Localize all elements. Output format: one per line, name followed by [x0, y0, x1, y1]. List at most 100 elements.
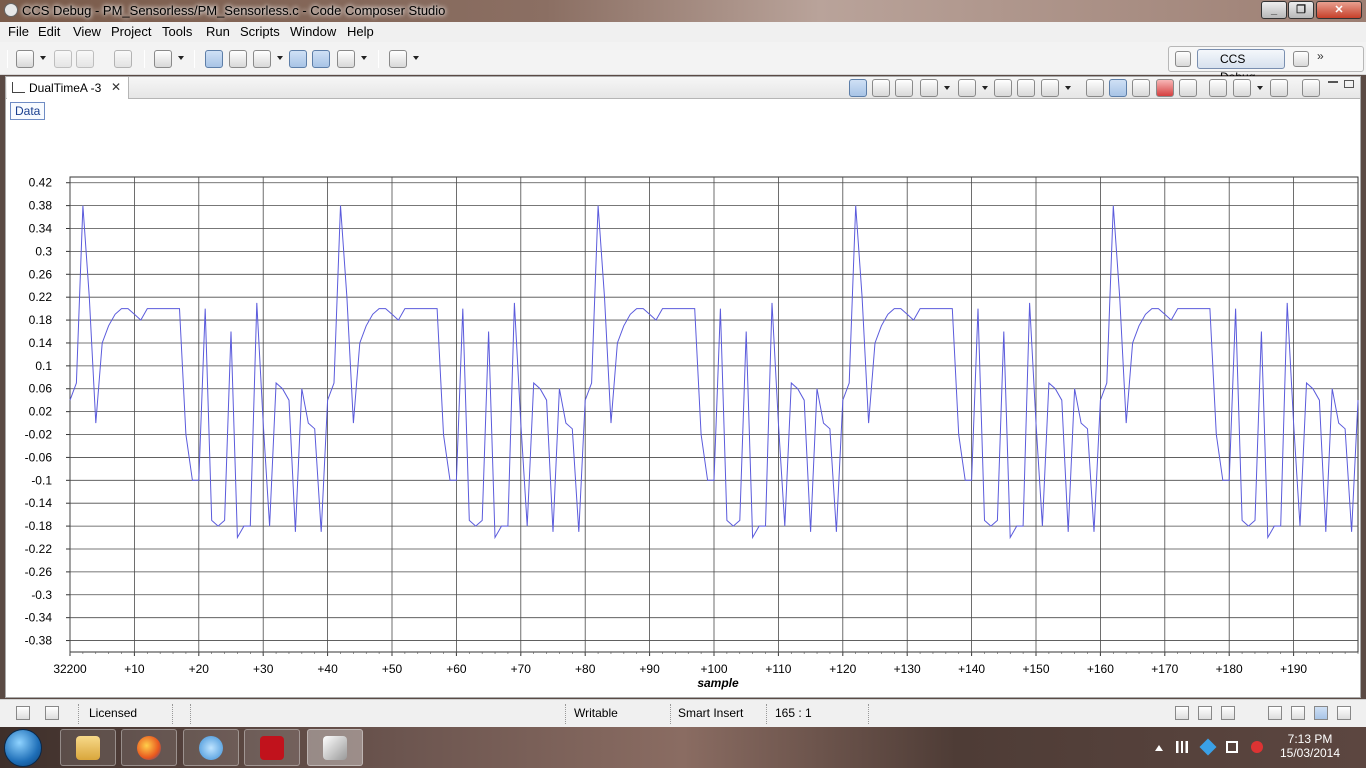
- print-icon[interactable]: [114, 50, 132, 68]
- restore-icon[interactable]: [1175, 706, 1189, 720]
- perspective-edit-icon[interactable]: [1293, 51, 1309, 67]
- menu-scripts[interactable]: Scripts: [240, 24, 280, 39]
- zoom-out-icon[interactable]: [1017, 79, 1035, 97]
- star-dropdown-icon[interactable]: [982, 86, 988, 90]
- minimize-button[interactable]: _: [1261, 1, 1287, 19]
- firefox-task[interactable]: [121, 729, 177, 766]
- minimize-view-icon[interactable]: [1328, 81, 1338, 83]
- maximize-button[interactable]: ❐: [1288, 1, 1314, 19]
- connect-target-icon[interactable]: [205, 50, 223, 68]
- graph-canvas[interactable]: 0.42 0.38 0.34 0.3 0.26 0.22 0.18 0.14 0.1 0.06 0.…: [0, 99, 1366, 699]
- binoculars-icon[interactable]: [1209, 79, 1227, 97]
- explorer-task[interactable]: [60, 729, 116, 766]
- properties-icon[interactable]: [1179, 79, 1197, 97]
- marker-dropdown-icon[interactable]: [944, 86, 950, 90]
- graph-icon[interactable]: [1314, 706, 1328, 720]
- zoom-dropdown-icon[interactable]: [1065, 86, 1071, 90]
- y-tick-label: 0.1: [35, 359, 52, 373]
- tab-dualtimea[interactable]: DualTimeA -3 ✕: [7, 77, 129, 99]
- close-button[interactable]: ✕: [1316, 1, 1362, 19]
- save-icon[interactable]: [54, 50, 72, 68]
- new-icon[interactable]: [16, 50, 34, 68]
- lock-icon[interactable]: [1270, 79, 1288, 97]
- export-icon[interactable]: [1233, 79, 1251, 97]
- y-tick-label: 0.14: [29, 336, 53, 350]
- expression-dropdown-icon[interactable]: [361, 56, 367, 60]
- status-separator: [868, 704, 869, 724]
- fast-view-icon[interactable]: [16, 706, 30, 720]
- menu-project[interactable]: Project: [111, 24, 151, 39]
- perspective-overflow[interactable]: »: [1317, 49, 1324, 63]
- cursor-position: 165 : 1: [775, 706, 812, 720]
- menu-edit[interactable]: Edit: [38, 24, 60, 39]
- debug-icon[interactable]: [154, 50, 172, 68]
- music-icon: [199, 736, 223, 760]
- maximize-view-icon[interactable]: [1344, 80, 1354, 88]
- y-tick-label: 0.06: [29, 382, 53, 396]
- x-tick-label: +70: [511, 662, 532, 676]
- tray-expand-icon[interactable]: [1155, 745, 1163, 751]
- perspective-ccs-debug[interactable]: CCS Debug: [1197, 49, 1285, 84]
- close-red-icon[interactable]: [1156, 79, 1174, 97]
- menu-tools[interactable]: Tools: [162, 24, 192, 39]
- close-icon[interactable]: ✕: [111, 80, 121, 94]
- graph-icon[interactable]: [1221, 706, 1235, 720]
- system-clock[interactable]: 7:13 PM 15/03/2014: [1274, 732, 1346, 760]
- toolbar-separator: [378, 50, 379, 68]
- cube-icon: [323, 736, 347, 760]
- breakpoint-skip-icon[interactable]: [312, 50, 330, 68]
- cursor-icon[interactable]: [872, 79, 890, 97]
- console-icon[interactable]: [1198, 706, 1212, 720]
- show-data-icon[interactable]: [849, 79, 867, 97]
- link-icon[interactable]: [229, 50, 247, 68]
- new-dropdown-icon[interactable]: [40, 56, 46, 60]
- menu-window[interactable]: Window: [290, 24, 336, 39]
- zoom-fit-icon[interactable]: [1041, 79, 1059, 97]
- measure-icon[interactable]: [895, 79, 913, 97]
- x-tick-label: +80: [575, 662, 596, 676]
- x-tick-label: +160: [1087, 662, 1114, 676]
- device-icon[interactable]: [1226, 741, 1238, 753]
- star-icon[interactable]: [958, 79, 976, 97]
- load-dropdown-icon[interactable]: [277, 56, 283, 60]
- graph-icon[interactable]: [1337, 706, 1351, 720]
- menu-view[interactable]: View: [73, 24, 101, 39]
- y-tick-label: -0.1: [31, 473, 52, 487]
- pin-dropdown-icon[interactable]: [413, 56, 419, 60]
- debug-dropdown-icon[interactable]: [178, 56, 184, 60]
- mute-icon[interactable]: [1251, 741, 1263, 753]
- continuous-refresh-icon[interactable]: [1109, 79, 1127, 97]
- insert-mode-status: Smart Insert: [678, 706, 744, 720]
- marker-icon[interactable]: [920, 79, 938, 97]
- menu-run[interactable]: Run: [206, 24, 230, 39]
- graph-icon[interactable]: [1291, 706, 1305, 720]
- menu-file[interactable]: File: [8, 24, 29, 39]
- view-menu-icon[interactable]: [1302, 79, 1320, 97]
- pin-icon[interactable]: [389, 50, 407, 68]
- toolbar-separator: [7, 50, 8, 68]
- x-tick-label: 32200: [53, 662, 87, 676]
- export-dropdown-icon[interactable]: [1257, 86, 1263, 90]
- status-bar: Licensed Writable Smart Insert 165 : 1: [0, 699, 1366, 727]
- load-program-icon[interactable]: [253, 50, 271, 68]
- writable-status: Writable: [574, 706, 618, 720]
- open-perspective-icon[interactable]: [1175, 51, 1191, 67]
- toolbar-separator: [144, 50, 145, 68]
- itunes-task[interactable]: [183, 729, 239, 766]
- refresh-icon[interactable]: [1086, 79, 1104, 97]
- zoom-in-icon[interactable]: [994, 79, 1012, 97]
- signal-icon[interactable]: [1176, 741, 1188, 753]
- restore-icon[interactable]: [1268, 706, 1282, 720]
- sync-icon[interactable]: [1132, 79, 1150, 97]
- save-all-icon[interactable]: [76, 50, 94, 68]
- start-button[interactable]: [4, 729, 42, 767]
- y-tick-label: 0.02: [29, 405, 53, 419]
- ccs-task[interactable]: [307, 729, 363, 766]
- dropbox-icon[interactable]: [1199, 738, 1217, 756]
- menu-bar: File Edit View Project Tools Run Scripts…: [0, 22, 1366, 42]
- expression-icon[interactable]: [337, 50, 355, 68]
- memory-icon[interactable]: [45, 706, 59, 720]
- breakpoint-icon[interactable]: [289, 50, 307, 68]
- acrobat-task[interactable]: [244, 729, 300, 766]
- menu-help[interactable]: Help: [347, 24, 374, 39]
